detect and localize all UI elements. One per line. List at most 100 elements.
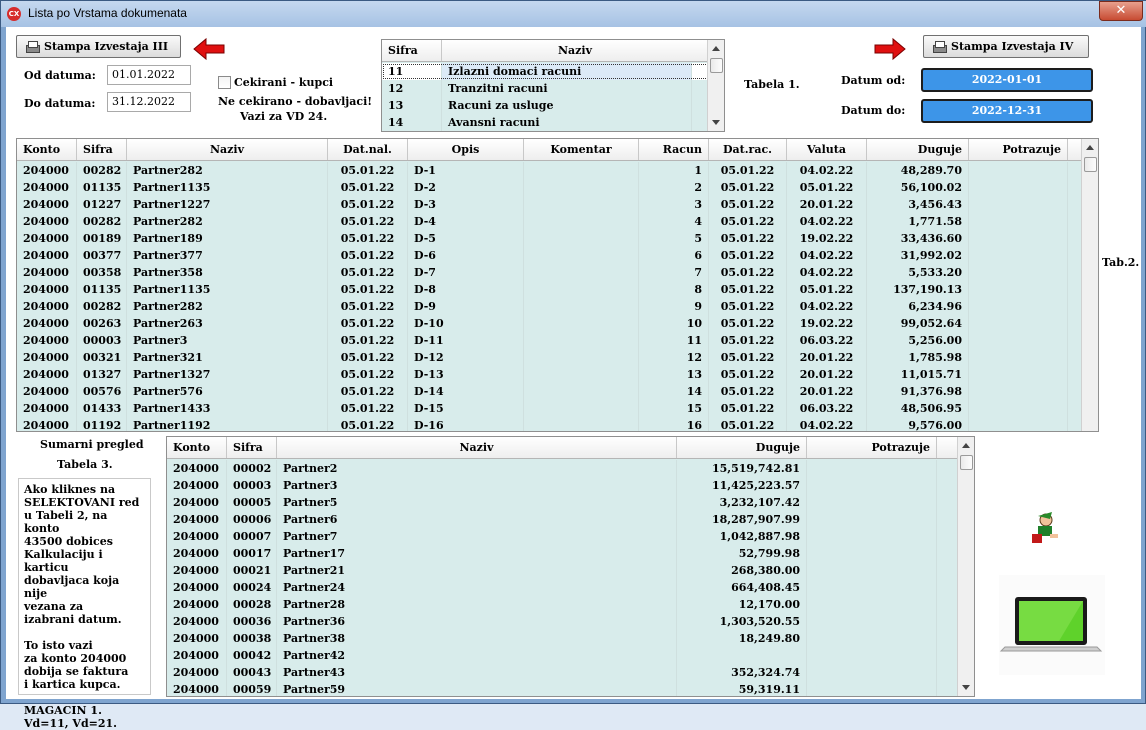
table-row[interactable]: 204000 01227 Partner1227 05.01.22 D-3 3 05.01.… <box>17 196 1083 213</box>
table-row[interactable]: 204000 00006 Partner6 18,287,907.99 <box>167 511 959 528</box>
table-row[interactable]: 204000 01192 Partner1192 05.01.22 D-16 16 05.0… <box>17 417 1083 431</box>
t1-scrollbar[interactable] <box>707 40 724 131</box>
table-cell: 10 <box>639 315 709 332</box>
table-row[interactable]: 204000 01135 Partner1135 05.01.22 D-2 2 05.01.… <box>17 179 1083 196</box>
table-cell <box>524 383 639 400</box>
app-icon[interactable]: CX <box>7 7 21 21</box>
table-row[interactable]: 204000 00024 Partner24 664,408.45 <box>167 579 959 596</box>
t1-row-selected[interactable]: 11 Izlazni domaci racuni <box>382 63 709 80</box>
t2-col-valuta[interactable]: Valuta <box>787 139 867 160</box>
table-cell: 20.01.22 <box>787 366 867 383</box>
table-row[interactable]: 204000 00282 Partner282 05.01.22 D-9 9 05.01.2… <box>17 298 1083 315</box>
table-row[interactable]: 204000 00321 Partner321 05.01.22 D-12 12 05.01… <box>17 349 1083 366</box>
scroll-thumb[interactable] <box>960 455 973 470</box>
table-cell: 00263 <box>77 315 127 332</box>
table-cell: D-4 <box>408 213 524 230</box>
table-row[interactable]: 204000 00576 Partner576 05.01.22 D-14 14 05.01… <box>17 383 1083 400</box>
t3-col-duguje[interactable]: Duguje <box>677 437 807 458</box>
t3-col-konto[interactable]: Konto <box>167 437 227 458</box>
t2-col-sifra[interactable]: Sifra <box>77 139 127 160</box>
do-datuma-input[interactable]: 31.12.2022 <box>107 92 191 112</box>
scroll-down-icon[interactable] <box>962 685 970 690</box>
t2-col-komentar[interactable]: Komentar <box>524 139 639 160</box>
table-cell <box>524 417 639 431</box>
table-row[interactable]: 204000 01433 Partner1433 05.01.22 D-15 15 05.0… <box>17 400 1083 417</box>
table-cell: 00028 <box>227 596 277 613</box>
table-row[interactable]: 204000 00003 Partner3 05.01.22 D-11 11 05.01.2… <box>17 332 1083 349</box>
kupci-checkbox[interactable] <box>218 76 231 89</box>
datum-od-field[interactable]: 2022-01-01 <box>921 68 1093 92</box>
table-row[interactable]: 204000 01327 Partner1327 05.01.22 D-13 13 05.0… <box>17 366 1083 383</box>
table-row[interactable]: 204000 00358 Partner358 05.01.22 D-7 7 05.01.2… <box>17 264 1083 281</box>
stampa-izvestaja-iv-button[interactable]: Stampa Izvestaja IV <box>923 35 1089 58</box>
t1-row[interactable]: 14 Avansni racuni <box>382 114 709 131</box>
table-cell: 204000 <box>17 264 77 281</box>
table-cell: 16 <box>639 417 709 431</box>
t1-cell: Tranzitni racuni <box>442 80 692 97</box>
t2-col-naziv[interactable]: Naziv <box>127 139 328 160</box>
table-row[interactable]: 204000 00263 Partner263 05.01.22 D-10 10 05.01… <box>17 315 1083 332</box>
t3-col-sifra[interactable]: Sifra <box>227 437 277 458</box>
table-cell: 00358 <box>77 264 127 281</box>
scroll-thumb[interactable] <box>1084 157 1097 172</box>
table-row[interactable]: 204000 00005 Partner5 3,232,107.42 <box>167 494 959 511</box>
table-row[interactable]: 204000 00007 Partner7 1,042,887.98 <box>167 528 959 545</box>
table-cell: 204000 <box>17 349 77 366</box>
t2-col-potrazuje[interactable]: Potrazuje <box>969 139 1068 160</box>
table-cell <box>677 647 807 664</box>
sumarni-title: Sumarni pregled <box>40 438 144 451</box>
table-cell <box>524 315 639 332</box>
table-row[interactable]: 204000 00038 Partner38 18,249.80 <box>167 630 959 647</box>
close-button[interactable]: ✕ <box>1099 1 1143 21</box>
table-row[interactable]: 204000 00282 Partner282 05.01.22 D-4 4 05.01.2… <box>17 213 1083 230</box>
table-cell: 3 <box>639 196 709 213</box>
table-cell <box>807 494 937 511</box>
table-row[interactable]: 204000 00189 Partner189 05.01.22 D-5 5 05.01.2… <box>17 230 1083 247</box>
scroll-up-icon[interactable] <box>962 443 970 448</box>
table-cell: 664,408.45 <box>677 579 807 596</box>
table-row[interactable]: 204000 00377 Partner377 05.01.22 D-6 6 05.01.2… <box>17 247 1083 264</box>
t2-col-racun[interactable]: Racun <box>639 139 709 160</box>
od-datuma-input[interactable]: 01.01.2022 <box>107 65 191 85</box>
t1-col-sifra[interactable]: Sifra <box>382 40 442 61</box>
t3-col-potrazuje[interactable]: Potrazuje <box>807 437 937 458</box>
table-cell: 05.01.22 <box>709 179 787 196</box>
t2-col-konto[interactable]: Konto <box>17 139 77 160</box>
scroll-thumb[interactable] <box>710 58 723 73</box>
table-row[interactable]: 204000 00042 Partner42 <box>167 647 959 664</box>
scroll-up-icon[interactable] <box>1086 145 1094 150</box>
table-row[interactable]: 204000 00282 Partner282 05.01.22 D-1 1 05.01.2… <box>17 162 1083 179</box>
t1-row[interactable]: 13 Racuni za usluge <box>382 97 709 114</box>
t2-col-duguje[interactable]: Duguje <box>867 139 969 160</box>
table-row[interactable]: 204000 00002 Partner2 15,519,742.81 <box>167 460 959 477</box>
t1-row[interactable]: 12 Tranzitni racuni <box>382 80 709 97</box>
table-row[interactable]: 204000 00017 Partner17 52,799.98 <box>167 545 959 562</box>
scroll-down-icon[interactable] <box>712 120 720 125</box>
t2-col-opis[interactable]: Opis <box>408 139 524 160</box>
table-cell: 204000 <box>167 528 227 545</box>
t2-scrollbar[interactable] <box>1081 139 1098 431</box>
table-cell: D-2 <box>408 179 524 196</box>
t3-scrollbar[interactable] <box>957 437 974 696</box>
table-row[interactable]: 204000 00028 Partner28 12,170.00 <box>167 596 959 613</box>
table-cell: Partner42 <box>277 647 677 664</box>
table-cell: 04.02.22 <box>787 247 867 264</box>
datum-do-field[interactable]: 2022-12-31 <box>921 99 1093 123</box>
t1-col-naziv[interactable]: Naziv <box>442 40 709 61</box>
table-row[interactable]: 204000 01135 Partner1135 05.01.22 D-8 8 05.01.… <box>17 281 1083 298</box>
table-row[interactable]: 204000 00003 Partner3 11,425,223.57 <box>167 477 959 494</box>
table-cell <box>969 196 1068 213</box>
table-cell: 8 <box>639 281 709 298</box>
table-row[interactable]: 204000 00043 Partner43 352,324.74 <box>167 664 959 681</box>
t2-col-datnal[interactable]: Dat.nal. <box>328 139 408 160</box>
title-bar[interactable]: CX Lista po Vrstama dokumenata ✕ <box>1 1 1146 27</box>
table-cell <box>969 366 1068 383</box>
stampa-izvestaja-iii-button[interactable]: Stampa Izvestaja III <box>16 35 181 58</box>
table-row[interactable]: 204000 00021 Partner21 268,380.00 <box>167 562 959 579</box>
table-row[interactable]: 204000 00059 Partner59 59,319.11 <box>167 681 959 696</box>
table-cell: Partner1192 <box>127 417 328 431</box>
table-row[interactable]: 204000 00036 Partner36 1,303,520.55 <box>167 613 959 630</box>
t3-col-naziv[interactable]: Naziv <box>277 437 677 458</box>
scroll-up-icon[interactable] <box>712 46 720 51</box>
t2-col-datrac[interactable]: Dat.rac. <box>709 139 787 160</box>
